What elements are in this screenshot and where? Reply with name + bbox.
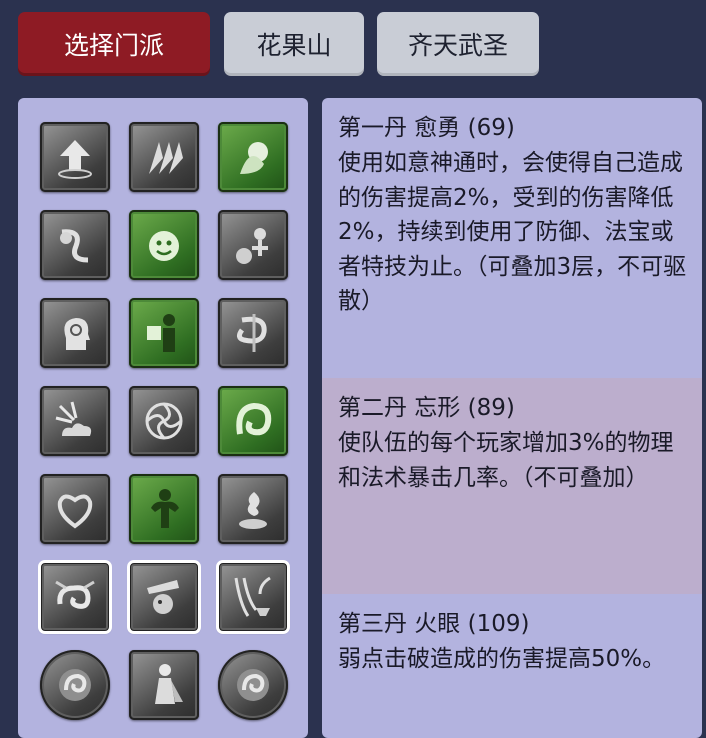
dan-entry-2: 第二丹 忘形 (89) 使队伍的每个玩家增加3%的物理和法术暴击几率。（不可叠加… bbox=[322, 378, 702, 594]
flexing-figure-icon-glyph bbox=[151, 489, 179, 528]
round-spiral-orb-icon-glyph bbox=[59, 669, 91, 701]
smiling-face-icon-glyph bbox=[149, 231, 179, 261]
cannon-creature-icon[interactable] bbox=[127, 560, 201, 634]
dan-entry-description: 使用如意神通时，会使得自己造成的伤害提高2%，受到的伤害降低2%，持续到使用了防… bbox=[338, 150, 687, 314]
tab-qitian-wusheng[interactable]: 齐天武圣 bbox=[377, 12, 539, 76]
round-spiral-orb-icon[interactable] bbox=[218, 650, 288, 720]
vortex-icon[interactable] bbox=[129, 386, 199, 456]
peach-swirl-icon-glyph bbox=[60, 229, 89, 263]
figure-banner-icon[interactable] bbox=[129, 298, 199, 368]
heart-knot-icon[interactable] bbox=[40, 474, 110, 544]
caped-figure-icon-glyph bbox=[155, 664, 183, 704]
mind-head-icon-glyph bbox=[64, 318, 90, 350]
tab-huaguoshan[interactable]: 花果山 bbox=[224, 12, 364, 76]
round-spiral-orb-icon[interactable] bbox=[40, 650, 110, 720]
dan-entry-title: 第三丹 火眼 (109) bbox=[338, 611, 530, 637]
peach-swirl-icon[interactable] bbox=[40, 210, 110, 280]
triple-arrows-icon-glyph bbox=[149, 142, 183, 174]
cloud-burst-icon-glyph bbox=[55, 401, 92, 436]
dan-entry-1: 第一丹 愈勇 (69) 使用如意神通时，会使得自己造成的伤害提高2%，受到的伤害… bbox=[322, 98, 702, 378]
cannon-creature-icon-glyph bbox=[147, 580, 179, 614]
caped-figure-icon[interactable] bbox=[129, 650, 199, 720]
skill-icon-grid bbox=[38, 122, 290, 720]
dan-entry-title: 第一丹 愈勇 (69) bbox=[338, 115, 515, 141]
green-swirl-icon[interactable] bbox=[218, 386, 288, 456]
curtain-cup-icon-glyph bbox=[234, 576, 271, 617]
peach-figure-icon[interactable] bbox=[218, 210, 288, 280]
curtain-cup-icon[interactable] bbox=[216, 560, 290, 634]
upward-arrow-icon-glyph bbox=[58, 140, 92, 179]
dan-entry-description: 使队伍的每个玩家增加3%的物理和法术暴击几率。（不可叠加） bbox=[338, 430, 674, 491]
peach-figure-icon-glyph bbox=[236, 228, 268, 264]
heart-knot-icon-glyph bbox=[57, 494, 93, 529]
green-swirl-icon-glyph bbox=[236, 402, 272, 436]
spirit-ghost-icon[interactable] bbox=[218, 122, 288, 192]
flexing-figure-icon[interactable] bbox=[129, 474, 199, 544]
hand-flame-icon-glyph bbox=[239, 492, 267, 529]
spirit-ghost-icon-glyph bbox=[240, 142, 268, 174]
tab-select-sect[interactable]: 选择门派 bbox=[18, 12, 210, 76]
vortex-icon-glyph bbox=[145, 402, 183, 440]
swirl-cloud-icon[interactable] bbox=[38, 560, 112, 634]
dan-entry-title: 第二丹 忘形 (89) bbox=[338, 395, 515, 421]
swirl-cloud-icon-glyph bbox=[55, 580, 95, 609]
upward-arrow-icon[interactable] bbox=[40, 122, 110, 192]
smiling-face-icon[interactable] bbox=[129, 210, 199, 280]
dan-entry-3: 第三丹 火眼 (109) 弱点击破造成的伤害提高50%。 bbox=[322, 594, 702, 738]
figure-banner-icon-glyph bbox=[147, 314, 175, 352]
spiral-symbol-icon[interactable] bbox=[218, 298, 288, 368]
cloud-burst-icon[interactable] bbox=[40, 386, 110, 456]
spiral-symbol-icon-glyph bbox=[236, 314, 267, 352]
dan-description-panel[interactable]: 第一丹 愈勇 (69) 使用如意神通时，会使得自己造成的伤害提高2%，受到的伤害… bbox=[322, 98, 702, 738]
triple-arrows-icon[interactable] bbox=[129, 122, 199, 192]
dan-entry-description: 弱点击破造成的伤害提高50%。 bbox=[338, 646, 666, 672]
hand-flame-icon[interactable] bbox=[218, 474, 288, 544]
skill-icon-panel bbox=[18, 98, 308, 738]
mind-head-icon[interactable] bbox=[40, 298, 110, 368]
round-spiral-orb-icon-glyph bbox=[237, 669, 269, 701]
